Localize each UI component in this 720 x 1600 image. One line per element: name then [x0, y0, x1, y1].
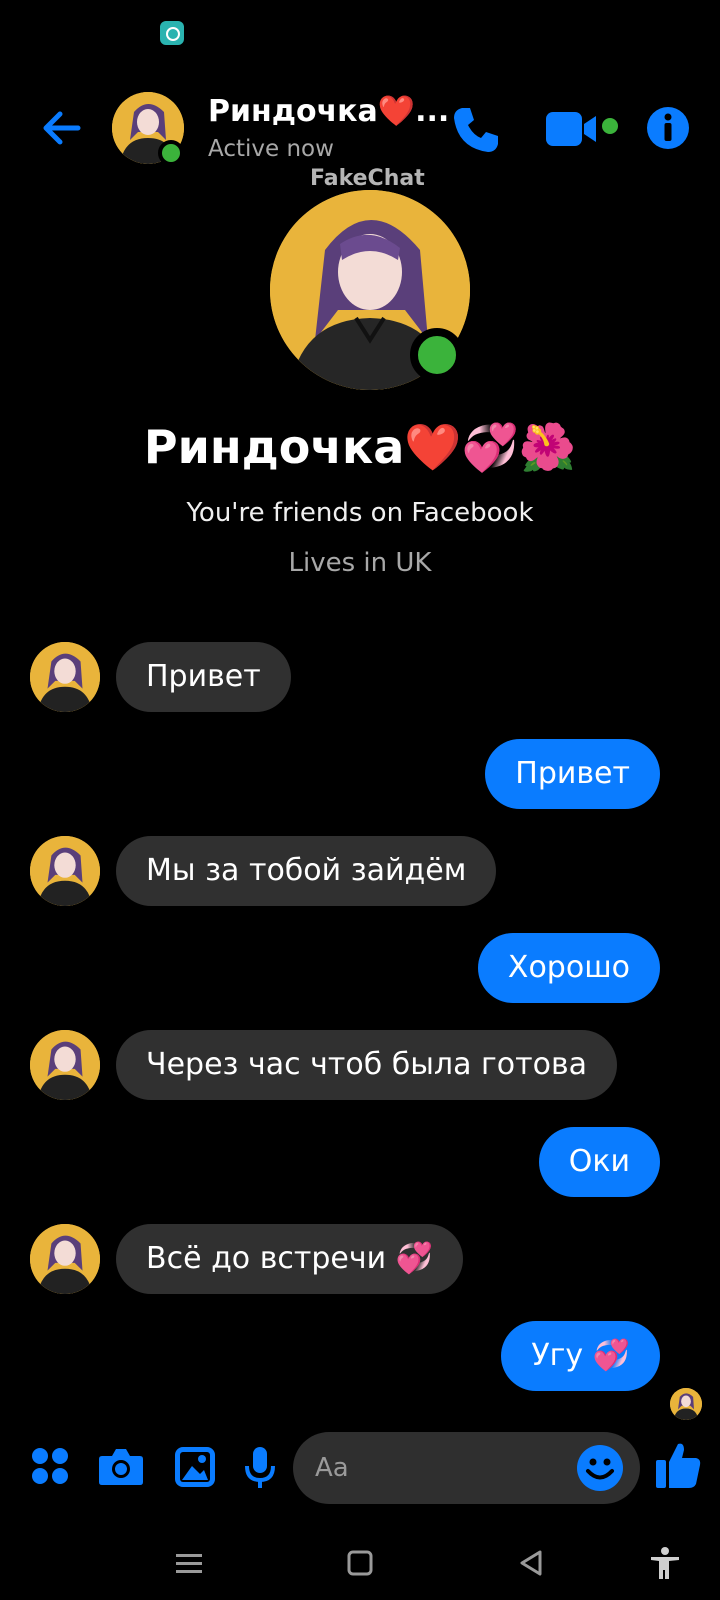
message-bubble-incoming[interactable]: Привет — [116, 642, 291, 712]
home-icon[interactable] — [343, 1546, 377, 1580]
message-bubble-outgoing[interactable]: Угу 💞 — [501, 1321, 660, 1391]
video-camera-icon[interactable] — [544, 106, 628, 154]
active-status: Active now — [208, 136, 334, 162]
microphone-icon[interactable] — [244, 1446, 276, 1490]
chat-header: Риндочка❤️... Active now — [0, 80, 720, 180]
profile-name: Риндочка❤️💞🌺 — [143, 420, 577, 474]
message-bubble-incoming[interactable]: Всё до встречи 💞 — [116, 1224, 463, 1294]
back-arrow-icon[interactable] — [36, 102, 88, 154]
contact-name[interactable]: Риндочка❤️... — [208, 94, 449, 129]
profile-online-indicator — [410, 328, 464, 382]
info-icon[interactable] — [644, 104, 692, 152]
accessibility-icon[interactable] — [648, 1546, 682, 1580]
status-bar — [0, 0, 720, 70]
message-bubble-incoming[interactable]: Мы за тобой зайдём — [116, 836, 497, 906]
message-bubble-outgoing[interactable]: Хорошо — [477, 933, 660, 1003]
message-input[interactable]: Aa — [293, 1432, 640, 1504]
phone-icon[interactable] — [448, 102, 504, 158]
watermark-text: FakeChat — [310, 166, 425, 191]
message-input-placeholder: Aa — [315, 1453, 349, 1483]
camera-icon[interactable] — [98, 1446, 144, 1486]
sender-avatar[interactable] — [30, 642, 100, 712]
sender-avatar[interactable] — [30, 836, 100, 906]
back-nav-icon[interactable] — [514, 1546, 548, 1580]
recent-apps-icon[interactable] — [172, 1546, 206, 1580]
system-nav-bar — [0, 1526, 720, 1600]
location-note: Lives in UK — [288, 548, 432, 578]
message-bubble-outgoing[interactable]: Привет — [485, 739, 660, 809]
message-bubble-incoming[interactable]: Через час чтоб была готова — [116, 1030, 618, 1100]
online-indicator — [158, 140, 184, 166]
sender-avatar[interactable] — [30, 1030, 100, 1100]
message-bubble-outgoing[interactable]: Оки — [538, 1127, 660, 1197]
seen-receipt-avatar — [670, 1388, 702, 1420]
four-dots-icon[interactable] — [30, 1446, 70, 1486]
message-composer: Aa — [0, 1430, 720, 1510]
smiley-icon[interactable] — [576, 1444, 624, 1492]
notification-app-icon — [160, 21, 184, 45]
thumbs-up-icon[interactable] — [654, 1440, 702, 1490]
sender-avatar[interactable] — [30, 1224, 100, 1294]
image-icon[interactable] — [174, 1446, 216, 1488]
friends-note: You're friends on Facebook — [186, 498, 534, 528]
